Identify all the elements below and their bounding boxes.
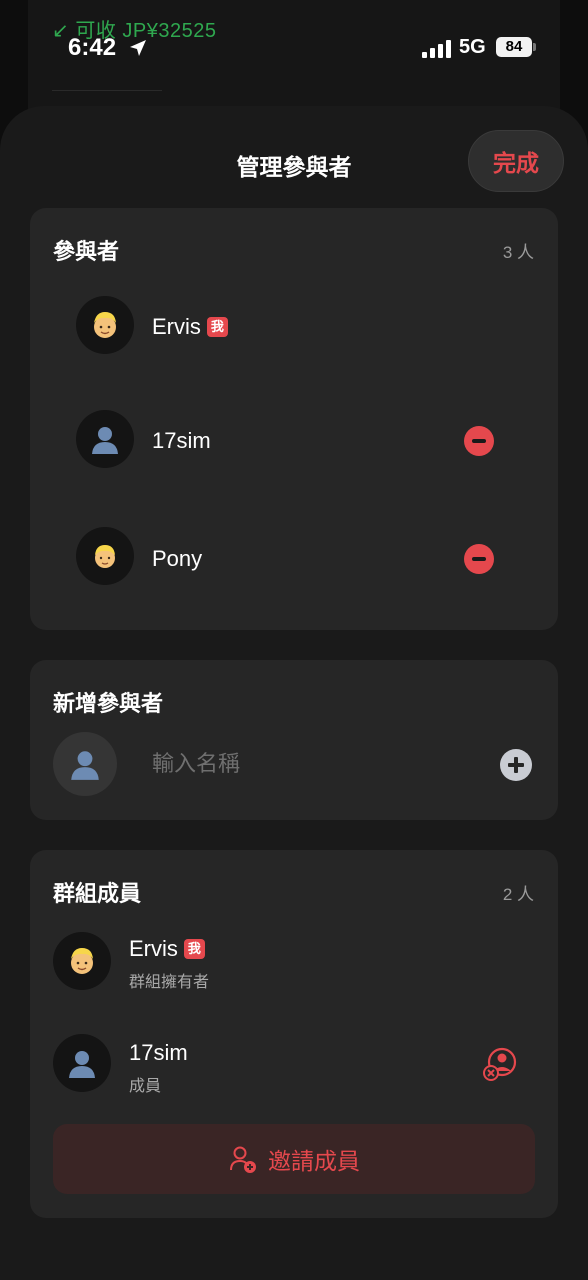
add-participant-card: 新增參與者 [30, 660, 558, 820]
blond-man-icon [53, 932, 111, 990]
member-role: 成員 [129, 1078, 162, 1095]
member-role: 群組擁有者 [129, 974, 210, 991]
person-silhouette-icon [53, 1034, 111, 1092]
member-name: 17sim [129, 1040, 188, 1065]
member-name: Ervis 我 [129, 936, 205, 962]
participants-count: 3 人 [502, 243, 534, 262]
location-arrow-icon [130, 40, 146, 56]
invite-member-button[interactable]: 邀請成員 [53, 1124, 535, 1194]
participants-card: 參與者 3 人 Ervis 我 17sim Pony [30, 208, 558, 630]
background-divider [52, 90, 162, 91]
participant-name-input[interactable] [152, 744, 472, 784]
group-members-count: 2 人 [502, 885, 534, 904]
battery-icon: 84 [496, 37, 532, 57]
person-silhouette-icon [76, 410, 134, 468]
cellular-signal-icon [422, 40, 451, 58]
blond-man-icon [76, 296, 134, 354]
add-participant-button[interactable] [500, 749, 532, 781]
remove-participant-button[interactable] [464, 544, 494, 574]
invite-member-label: 邀請成員 [268, 1148, 360, 1174]
participant-name: 17sim [152, 428, 211, 453]
group-members-title: 群組成員 [53, 881, 142, 906]
person-silhouette-icon[interactable] [53, 732, 117, 796]
me-badge: 我 [183, 939, 205, 959]
network-type: 5G [459, 36, 486, 58]
done-button[interactable]: 完成 [468, 130, 564, 192]
add-person-icon [230, 1146, 256, 1173]
remove-member-icon[interactable] [482, 1046, 518, 1082]
blond-boy-icon [76, 527, 134, 585]
add-participant-title: 新增參與者 [53, 691, 164, 716]
status-time: 6:42 [68, 34, 117, 61]
participant-name: Pony [152, 546, 203, 571]
me-badge: 我 [206, 317, 228, 337]
participant-name: Ervis 我 [152, 314, 228, 340]
group-members-card: 群組成員 2 人 Ervis 我 群組擁有者 17sim 成員 邀請成員 [30, 850, 558, 1218]
manage-participants-sheet: 管理參與者 完成 參與者 3 人 Ervis 我 17sim Pony 新增參與者… [0, 106, 588, 1280]
battery-tip [533, 43, 536, 51]
remove-participant-button[interactable] [464, 426, 494, 456]
status-bar: 6:42 5G 84 [0, 30, 588, 66]
participants-title: 參與者 [53, 239, 120, 264]
